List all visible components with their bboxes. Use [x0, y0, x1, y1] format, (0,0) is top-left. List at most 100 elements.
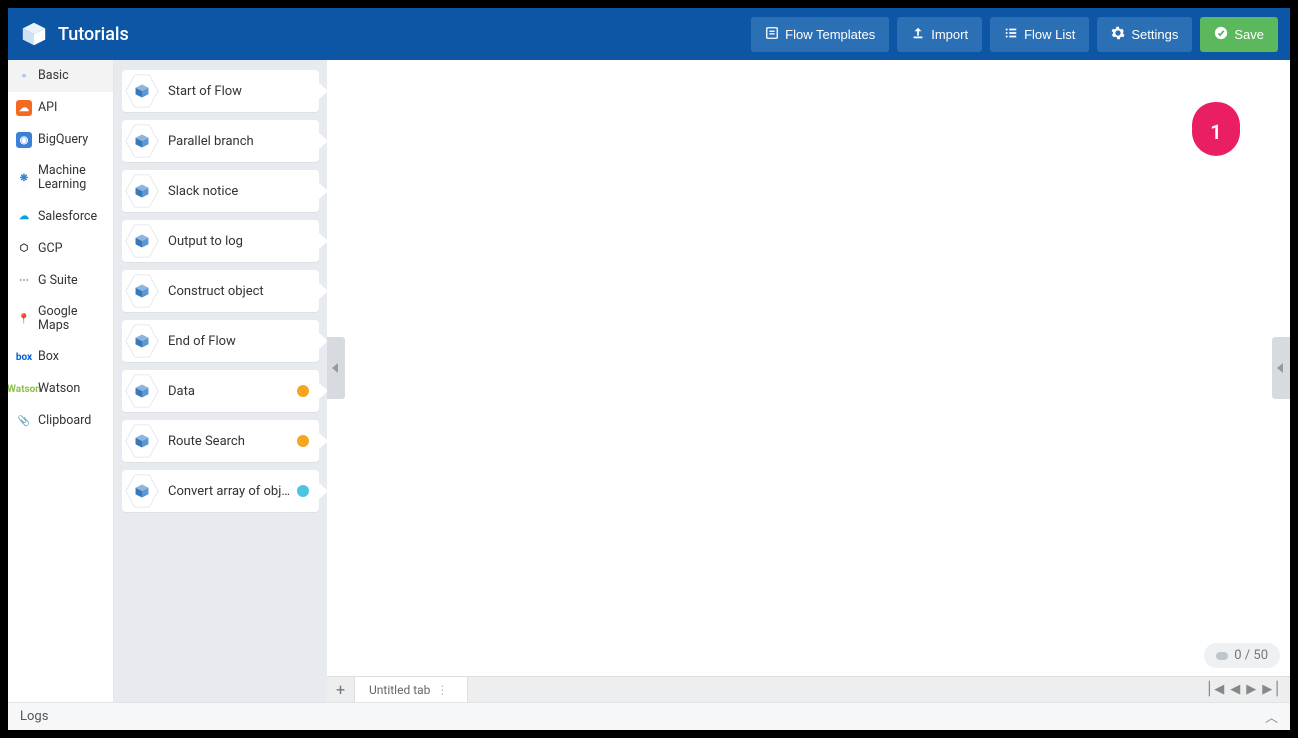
collapse-left-button[interactable]	[327, 337, 345, 399]
header-actions: Flow Templates Import Flow List Settings…	[751, 17, 1278, 52]
logs-label[interactable]: Logs	[20, 709, 48, 724]
check-circle-icon	[1214, 26, 1228, 43]
api-icon: ☁	[16, 100, 32, 116]
palette-node-output-to-log[interactable]: Output to log	[122, 220, 319, 262]
palette-node-start-of-flow[interactable]: Start of Flow	[122, 70, 319, 112]
palette-node-end-of-flow[interactable]: End of Flow	[122, 320, 319, 362]
node-hex-icon	[124, 423, 160, 459]
badge-icon	[297, 435, 309, 447]
box-icon: box	[16, 350, 32, 366]
gsuite-icon: ⋯	[16, 273, 32, 289]
settings-button[interactable]: Settings	[1097, 17, 1192, 52]
sidebar-item-gsuite[interactable]: ⋯ G Suite	[8, 265, 113, 297]
sidebar-item-machine-learning[interactable]: ❋Machine Learning	[8, 156, 113, 201]
tab-menu-icon[interactable]: ⋮	[436, 683, 447, 697]
sidebar-item-box[interactable]: box Box	[8, 342, 113, 374]
sidebar-item-clipboard[interactable]: 📎Clipboard	[8, 406, 113, 438]
sidebar-item-label: GCP	[38, 242, 63, 256]
box-logo-icon	[20, 20, 48, 48]
import-button[interactable]: Import	[897, 17, 982, 52]
tab-next-button[interactable]: ▶	[1246, 682, 1256, 697]
footer-bar: Logs ︿	[8, 702, 1290, 730]
annotation-marker: 1	[1192, 102, 1240, 162]
gear-icon	[1111, 26, 1125, 43]
collapse-right-button[interactable]	[1272, 337, 1290, 399]
button-label: Flow Templates	[785, 27, 875, 42]
tab-label: Untitled tab	[369, 683, 430, 697]
sidebar-item-watson[interactable]: Watson Watson	[8, 374, 113, 406]
sidebar-item-google-maps[interactable]: 📍 Google Maps	[8, 297, 113, 342]
node-label: Route Search	[168, 434, 293, 449]
button-label: Import	[931, 27, 968, 42]
node-label: Parallel branch	[168, 134, 309, 149]
watson-icon: Watson	[16, 382, 32, 398]
expand-logs-button[interactable]: ︿	[1265, 707, 1278, 726]
node-palette: Start of Flow Parallel branch Slack noti…	[114, 60, 327, 702]
flow-canvas[interactable]: 1 0 / 50	[327, 60, 1290, 676]
bigquery-icon: ◉	[16, 132, 32, 148]
brand: Tutorials	[20, 20, 129, 48]
basic-icon: ▫	[16, 68, 32, 84]
tab-untitled[interactable]: Untitled tab ⋮	[355, 677, 468, 702]
sidebar-item-salesforce[interactable]: ☁ Salesforce	[8, 201, 113, 233]
gcp-icon: ⬡	[16, 241, 32, 257]
maps-pin-icon: 📍	[16, 311, 32, 327]
ml-icon: ❋	[16, 170, 32, 186]
flow-list-button[interactable]: Flow List	[990, 17, 1089, 52]
sidebar-item-label: Watson	[38, 382, 80, 396]
node-hex-icon	[124, 173, 160, 209]
tab-last-button[interactable]: ▶⎪	[1262, 682, 1282, 697]
counter-text: 0 / 50	[1234, 648, 1268, 663]
node-label: Construct object	[168, 284, 309, 299]
tab-navigation: ⎪◀ ◀ ▶ ▶⎪	[1197, 677, 1291, 702]
counter-icon	[1216, 652, 1228, 660]
node-label: Convert array of objects	[168, 484, 293, 499]
flow-templates-button[interactable]: Flow Templates	[751, 17, 889, 52]
category-sidebar: ▫Basic ☁API ◉BigQuery ❋Machine Learning …	[8, 60, 114, 702]
palette-node-data[interactable]: Data	[122, 370, 319, 412]
sidebar-item-label: API	[38, 101, 57, 115]
tab-first-button[interactable]: ⎪◀	[1205, 682, 1225, 697]
badge-icon	[297, 385, 309, 397]
badge-icon	[297, 485, 309, 497]
button-label: Save	[1234, 27, 1264, 42]
sidebar-item-bigquery[interactable]: ◉ BigQuery	[8, 124, 113, 156]
node-hex-icon	[124, 73, 160, 109]
sidebar-item-label: Google Maps	[38, 305, 105, 334]
annotation-number: 1	[1210, 120, 1221, 144]
sidebar-item-label: G Suite	[38, 274, 78, 288]
node-hex-icon	[124, 223, 160, 259]
sidebar-item-label: Box	[38, 350, 59, 364]
node-label: Start of Flow	[168, 84, 309, 99]
app-title: Tutorials	[58, 24, 129, 45]
node-hex-icon	[124, 373, 160, 409]
app-header: Tutorials Flow Templates Import Flow Lis…	[8, 8, 1290, 60]
list-icon	[1004, 26, 1018, 43]
button-label: Flow List	[1024, 27, 1075, 42]
palette-node-convert-array[interactable]: Convert array of objects	[122, 470, 319, 512]
tab-bar: + Untitled tab ⋮ ⎪◀ ◀ ▶ ▶⎪	[327, 676, 1290, 702]
sidebar-item-api[interactable]: ☁ API	[8, 92, 113, 124]
sidebar-item-gcp[interactable]: ⬡ GCP	[8, 233, 113, 265]
node-hex-icon	[124, 323, 160, 359]
node-label: Data	[168, 384, 293, 399]
save-button[interactable]: Save	[1200, 17, 1278, 52]
node-label: End of Flow	[168, 334, 309, 349]
button-label: Settings	[1131, 27, 1178, 42]
sidebar-item-basic[interactable]: ▫ Basic	[8, 60, 113, 92]
palette-node-route-search[interactable]: Route Search	[122, 420, 319, 462]
node-label: Slack notice	[168, 184, 309, 199]
tab-prev-button[interactable]: ◀	[1230, 682, 1240, 697]
palette-node-slack-notice[interactable]: Slack notice	[122, 170, 319, 212]
salesforce-icon: ☁	[16, 209, 32, 225]
upload-icon	[911, 26, 925, 43]
add-tab-button[interactable]: +	[327, 677, 355, 702]
palette-node-parallel-branch[interactable]: Parallel branch	[122, 120, 319, 162]
node-label: Output to log	[168, 234, 309, 249]
node-hex-icon	[124, 123, 160, 159]
sidebar-item-label: BigQuery	[38, 133, 88, 147]
sidebar-item-label: Salesforce	[38, 210, 97, 224]
clipboard-icon: 📎	[16, 414, 32, 430]
palette-node-construct-object[interactable]: Construct object	[122, 270, 319, 312]
sidebar-item-label: Basic	[38, 69, 69, 83]
